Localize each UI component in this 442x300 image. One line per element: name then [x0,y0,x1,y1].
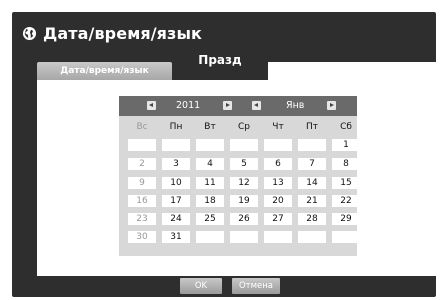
day-cell[interactable]: 16 [128,195,156,207]
day-cell[interactable]: 4 [196,158,224,170]
day-cell-empty [332,231,360,243]
day-cell[interactable]: 3 [162,158,190,170]
next-year-icon[interactable] [223,101,232,110]
day-cell[interactable]: 2 [128,158,156,170]
day-cell[interactable]: 13 [264,177,292,189]
day-cell[interactable]: 14 [298,177,326,189]
day-cell[interactable]: 19 [230,195,258,207]
day-cell-empty [128,139,156,151]
day-cell[interactable]: 28 [298,213,326,225]
day-cell[interactable]: 8 [332,158,360,170]
day-cell[interactable]: 15 [332,177,360,189]
prev-year-icon[interactable] [147,101,156,110]
calendar-header: 2011 Янв [119,96,357,116]
weekday-label: Вт [204,122,216,132]
title-bar: Дата/время/язык [22,21,202,45]
day-cell-empty [162,139,190,151]
tab-strip-filler [268,62,439,80]
day-cell[interactable]: 9 [128,177,156,189]
year-label: 2011 [176,100,201,111]
day-cell[interactable]: 1 [332,139,360,151]
weekday-label: Чт [272,122,284,132]
day-cell-empty [264,139,292,151]
day-cell[interactable]: 25 [196,213,224,225]
day-cell[interactable]: 18 [196,195,224,207]
day-cell[interactable]: 6 [264,158,292,170]
day-cell[interactable]: 21 [298,195,326,207]
day-cell[interactable]: 5 [230,158,258,170]
day-cell-empty [196,231,224,243]
weekday-label: Вс [136,122,148,132]
day-cell-empty [230,139,258,151]
day-cell-empty [264,231,292,243]
calendar: 2011 Янв Вс Пн Вт Ср Чт Пт Сб 1 2 3 4 5 6 7 8 9 10 11 12 1… [119,96,360,256]
tab-date-time-language[interactable]: Дата/время/язык [37,62,172,80]
day-cell[interactable]: 22 [332,195,360,207]
day-cell[interactable]: 27 [264,213,292,225]
day-cell-empty [298,231,326,243]
day-cell[interactable]: 26 [230,213,258,225]
day-cell[interactable]: 23 [128,213,156,225]
dialog-title: Дата/время/язык [43,23,202,43]
weekday-label: Пт [305,122,318,132]
day-cell[interactable]: 17 [162,195,190,207]
holiday-panel: 2011 Янв Вс Пн Вт Ср Чт Пт Сб 1 2 3 4 5 6 7 8 9 10 11 12 1… [37,80,439,276]
ok-button[interactable]: OK [180,278,222,294]
month-label: Янв [286,100,305,111]
globe-icon [22,26,37,40]
day-cell[interactable]: 24 [162,213,190,225]
tab-bar: Дата/время/язык Празд [37,50,439,80]
day-cell[interactable]: 11 [196,177,224,189]
day-cell[interactable]: 7 [298,158,326,170]
day-cell[interactable]: 31 [162,231,190,243]
day-cell[interactable]: 30 [128,231,156,243]
day-cell[interactable]: 20 [264,195,292,207]
day-cell-empty [298,139,326,151]
day-cell[interactable]: 29 [332,213,360,225]
next-month-icon[interactable] [327,101,336,110]
weekday-label: Ср [238,122,250,132]
tab-holidays[interactable]: Празд [172,50,268,80]
day-cell-empty [196,139,224,151]
day-cell[interactable]: 10 [162,177,190,189]
weekday-label: Сб [340,122,352,132]
weekday-label: Пн [169,122,183,132]
prev-month-icon[interactable] [252,101,261,110]
cancel-button[interactable]: Отмена [232,278,280,294]
holiday-dialog: Дата/время/язык Дата/время/язык Празд 20… [12,12,439,297]
day-cell-empty [230,231,258,243]
day-cell[interactable]: 12 [230,177,258,189]
